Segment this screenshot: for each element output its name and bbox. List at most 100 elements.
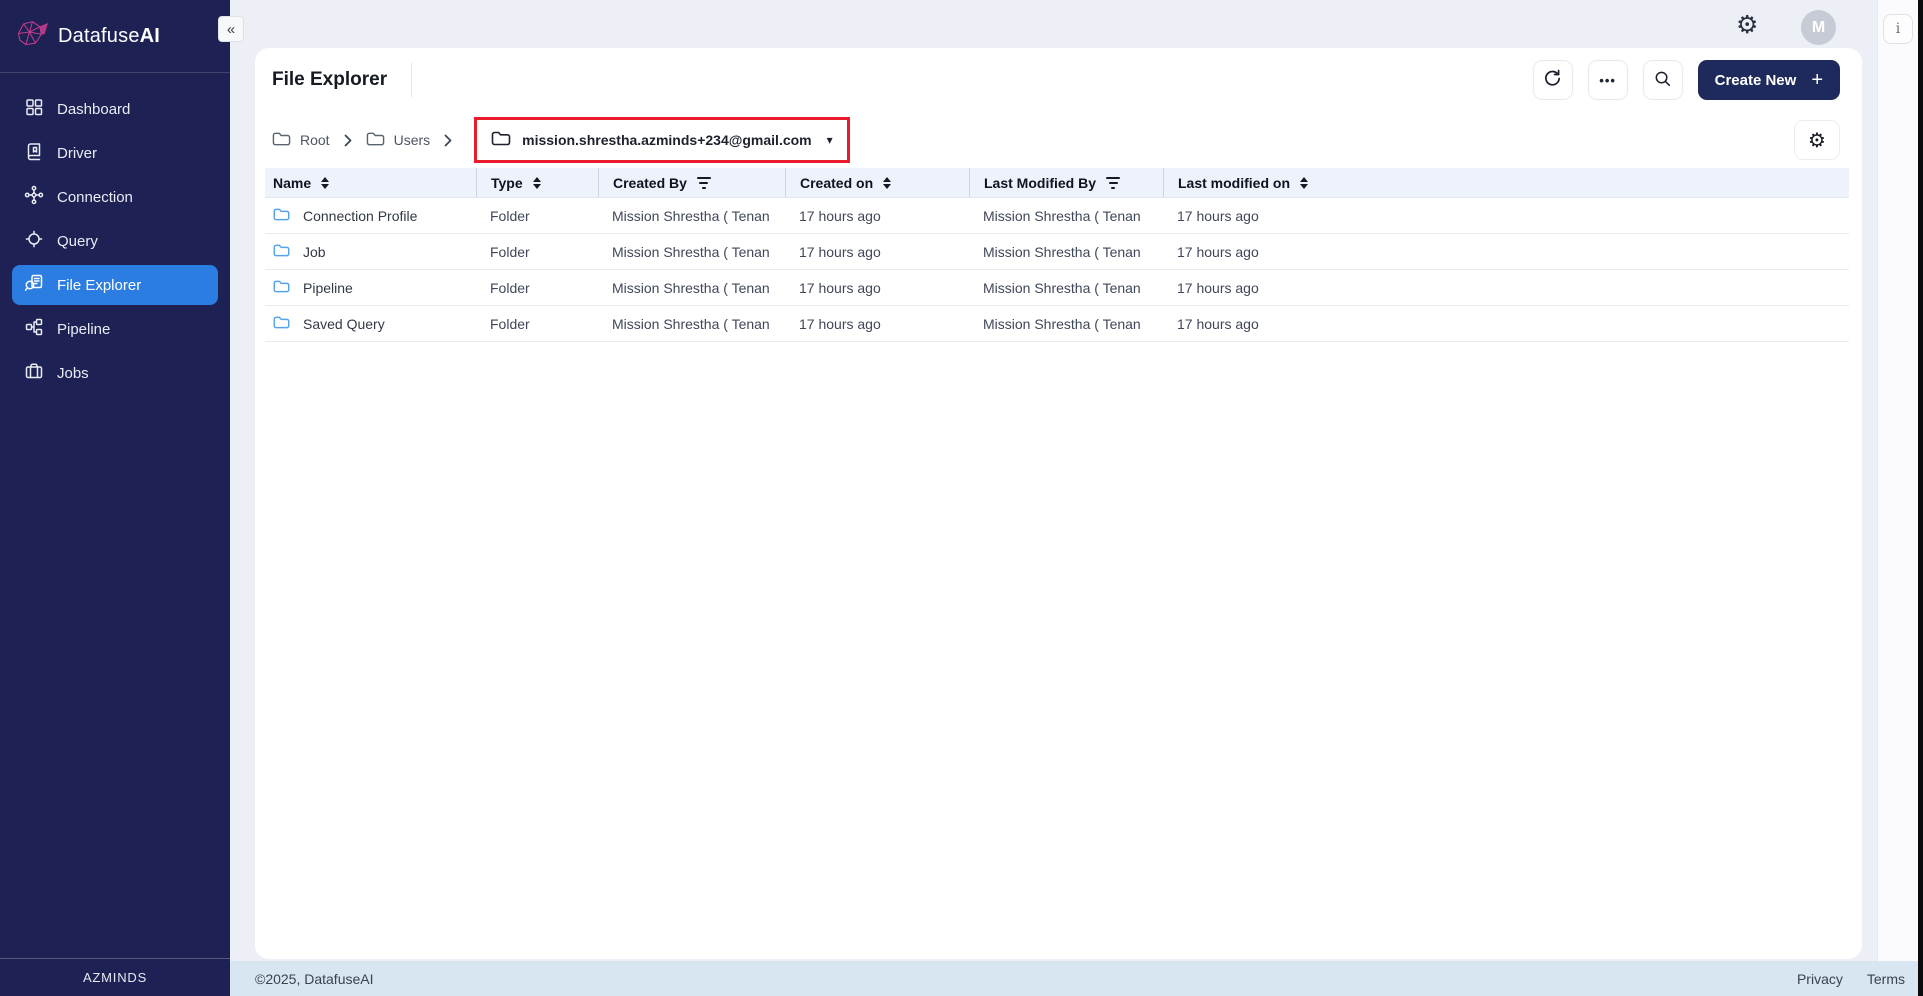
sidebar-item-label: Connection <box>57 189 133 206</box>
column-label: Created By <box>613 175 687 191</box>
sort-icon <box>321 177 329 189</box>
driver-icon <box>24 141 44 165</box>
info-icon: i <box>1896 21 1900 37</box>
sidebar-item-connection[interactable]: Connection <box>12 177 218 217</box>
create-new-button[interactable]: Create New + <box>1698 60 1840 100</box>
filter-icon <box>1106 177 1120 189</box>
cell-name: Saved Query <box>265 315 476 333</box>
column-label: Last Modified By <box>984 175 1096 191</box>
file-name: Pipeline <box>303 280 353 296</box>
column-label: Type <box>491 175 523 191</box>
cell-created-by: Mission Shrestha ( Tenan <box>598 316 785 332</box>
cell-type: Folder <box>476 208 598 224</box>
plus-icon: + <box>1811 69 1823 92</box>
column-header-type[interactable]: Type <box>476 168 598 197</box>
pipeline-nodes-icon <box>24 317 44 341</box>
filter-icon <box>697 177 711 189</box>
cell-created-on: 17 hours ago <box>785 244 969 260</box>
breadcrumb-current-folder-dropdown[interactable]: mission.shrestha.azminds+234@gmail.com ▾ <box>474 117 850 163</box>
search-button[interactable] <box>1643 60 1683 100</box>
sidebar-item-label: File Explorer <box>57 277 141 294</box>
sidebar-item-jobs[interactable]: Jobs <box>12 353 218 393</box>
cell-last-modified-by: Mission Shrestha ( Tenan <box>969 244 1163 260</box>
sidebar-item-query[interactable]: Query <box>12 221 218 261</box>
sidebar-item-label: Driver <box>57 145 97 162</box>
column-settings-button[interactable]: ⚙ <box>1794 120 1840 160</box>
column-header-name[interactable]: Name <box>265 168 476 197</box>
cell-created-on: 17 hours ago <box>785 208 969 224</box>
cell-type: Folder <box>476 280 598 296</box>
column-label: Name <box>273 175 311 191</box>
cell-last-modified-on: 17 hours ago <box>1163 316 1849 332</box>
breadcrumb-label: Users <box>394 132 431 148</box>
panel-header: File Explorer ••• <box>272 60 1840 100</box>
sidebar-nav: Dashboard Driver <box>0 73 230 393</box>
column-header-created-on[interactable]: Created on <box>785 168 969 197</box>
breadcrumb-item-users[interactable]: Users <box>366 131 431 150</box>
copyright-text: ©2025, DatafuseAI <box>255 971 374 987</box>
folder-icon <box>273 315 290 333</box>
sidebar-item-label: Pipeline <box>57 321 110 338</box>
avatar[interactable]: M <box>1801 10 1836 45</box>
cell-last-modified-on: 17 hours ago <box>1163 244 1849 260</box>
app-root: DatafuseAI Dashboard <box>0 0 1923 996</box>
cell-last-modified-on: 17 hours ago <box>1163 280 1849 296</box>
gear-icon: ⚙ <box>1808 130 1826 150</box>
info-button[interactable]: i <box>1883 14 1913 44</box>
column-header-created-by[interactable]: Created By <box>598 168 785 197</box>
sidebar: DatafuseAI Dashboard <box>0 0 230 996</box>
brand-logo: DatafuseAI <box>0 0 230 73</box>
folder-icon <box>273 243 290 261</box>
cell-created-by: Mission Shrestha ( Tenan <box>598 244 785 260</box>
right-rail: i <box>1877 0 1918 961</box>
cell-created-on: 17 hours ago <box>785 316 969 332</box>
column-header-last-modified-on[interactable]: Last modified on <box>1163 168 1849 197</box>
cell-last-modified-by: Mission Shrestha ( Tenan <box>969 316 1163 332</box>
file-name: Connection Profile <box>303 208 417 224</box>
refresh-button[interactable] <box>1533 60 1573 100</box>
terms-link[interactable]: Terms <box>1867 971 1905 987</box>
screen-edge-stripe <box>1918 0 1923 996</box>
table-row[interactable]: Pipeline Folder Mission Shrestha ( Tenan… <box>265 270 1849 306</box>
table-header-row: Name Type Created By Created on Last Mod… <box>265 168 1849 198</box>
folder-icon <box>272 131 291 150</box>
folder-icon <box>366 131 385 150</box>
file-table: Name Type Created By Created on Last Mod… <box>265 168 1849 342</box>
sort-icon <box>1300 177 1308 189</box>
cell-last-modified-by: Mission Shrestha ( Tenan <box>969 280 1163 296</box>
page-title: File Explorer <box>272 69 387 91</box>
more-actions-button[interactable]: ••• <box>1588 60 1628 100</box>
sidebar-item-file-explorer[interactable]: File Explorer <box>12 265 218 305</box>
breadcrumb-item-root[interactable]: Root <box>272 131 330 150</box>
cell-created-by: Mission Shrestha ( Tenan <box>598 280 785 296</box>
table-row[interactable]: Job Folder Mission Shrestha ( Tenan 17 h… <box>265 234 1849 270</box>
chevron-right-icon <box>344 134 352 147</box>
create-new-label: Create New <box>1715 72 1797 89</box>
cell-type: Folder <box>476 244 598 260</box>
sidebar-item-pipeline[interactable]: Pipeline <box>12 309 218 349</box>
privacy-link[interactable]: Privacy <box>1797 971 1843 987</box>
cell-created-by: Mission Shrestha ( Tenan <box>598 208 785 224</box>
file-name: Saved Query <box>303 316 385 332</box>
column-label: Last modified on <box>1178 175 1290 191</box>
sidebar-item-label: Query <box>57 233 98 250</box>
sort-icon <box>533 177 541 189</box>
brand-name: DatafuseAI <box>58 25 160 48</box>
connection-nodes-icon <box>24 185 44 209</box>
column-label: Created on <box>800 175 873 191</box>
avatar-initial: M <box>1812 19 1825 37</box>
sidebar-org-label: AZMINDS <box>0 958 230 996</box>
cell-name: Pipeline <box>265 279 476 297</box>
column-header-last-modified-by[interactable]: Last Modified By <box>969 168 1163 197</box>
folder-icon <box>273 279 290 297</box>
sidebar-item-driver[interactable]: Driver <box>12 133 218 173</box>
table-row[interactable]: Saved Query Folder Mission Shrestha ( Te… <box>265 306 1849 342</box>
toolbar: ••• Create New + <box>1533 60 1840 100</box>
search-icon <box>1653 69 1672 91</box>
table-row[interactable]: Connection Profile Folder Mission Shrest… <box>265 198 1849 234</box>
brand-logo-icon <box>14 18 48 54</box>
sidebar-item-dashboard[interactable]: Dashboard <box>12 89 218 129</box>
sidebar-collapse-button[interactable]: « <box>218 16 244 42</box>
settings-gear-icon[interactable]: ⚙ <box>1736 12 1758 37</box>
breadcrumb-label: Root <box>300 132 330 148</box>
